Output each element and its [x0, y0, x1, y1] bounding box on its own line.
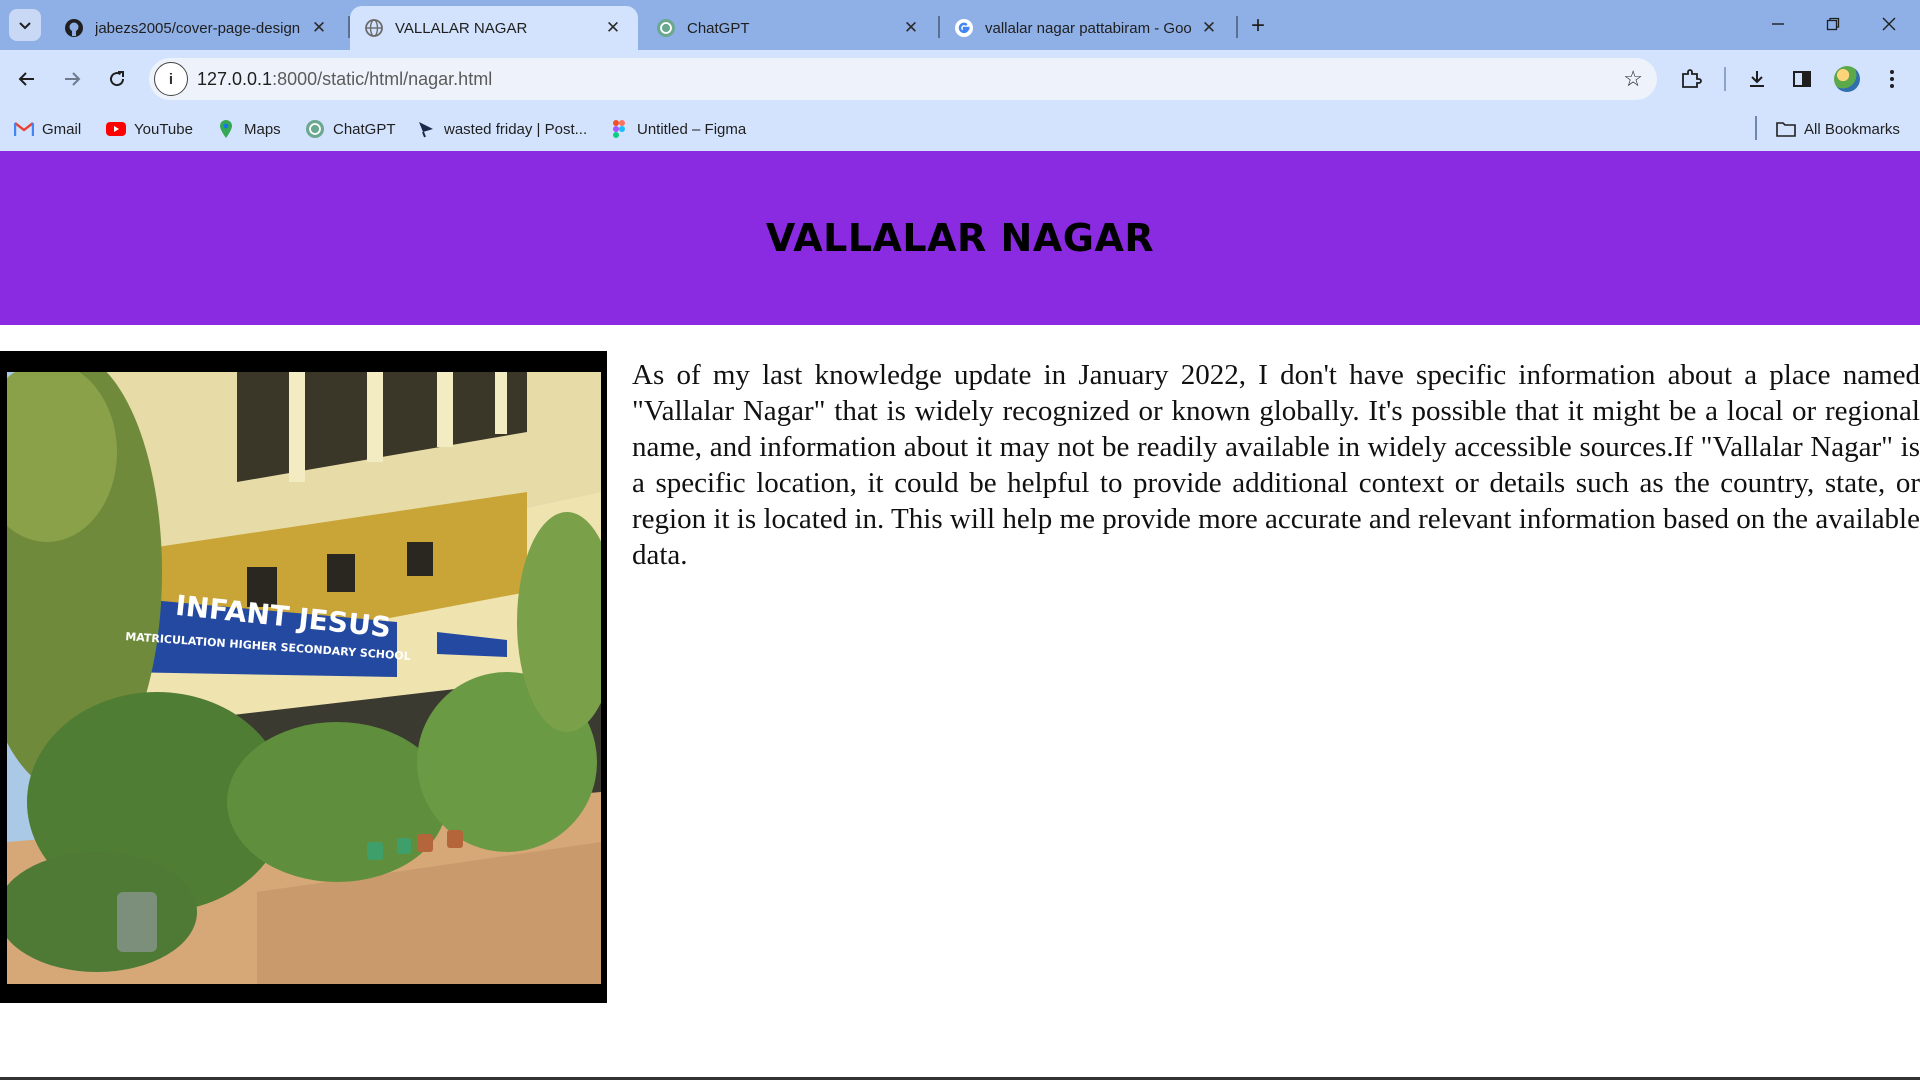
bookmark-label: ChatGPT	[333, 120, 396, 138]
extensions-puzzle-icon[interactable]	[1675, 63, 1707, 95]
url-host: 127.0.0.1	[197, 69, 273, 89]
minimize-icon[interactable]	[1755, 8, 1801, 40]
browser-toolbar: i 127.0.0.1:8000/static/html/nagar.html …	[0, 50, 1920, 108]
bookmark-label: Gmail	[42, 120, 82, 138]
page-header: VALLALAR NAGAR	[0, 151, 1920, 325]
tab-close-icon[interactable]: ✕	[900, 17, 922, 39]
download-icon[interactable]	[1741, 63, 1773, 95]
bookmark-postman[interactable]: wasted friday | Post...	[416, 117, 587, 141]
site-info-icon[interactable]: i	[154, 62, 188, 96]
tab-close-icon[interactable]: ✕	[602, 17, 624, 39]
back-arrow-icon[interactable]	[11, 63, 43, 95]
more-menu-icon[interactable]	[1876, 63, 1908, 95]
tab-close-icon[interactable]: ✕	[1198, 17, 1220, 39]
bookmarks-bar: Gmail YouTube Maps ChatGPT wasted friday…	[0, 108, 1920, 151]
all-bookmarks-label: All Bookmarks	[1804, 120, 1900, 138]
tab-title: VALLALAR NAGAR	[395, 19, 528, 37]
google-icon	[954, 18, 974, 38]
profile-avatar[interactable]	[1834, 66, 1860, 92]
folder-icon	[1776, 119, 1796, 139]
new-tab-plus-icon[interactable]: +	[1244, 12, 1272, 40]
place-description: As of my last knowledge update in Januar…	[632, 359, 1920, 571]
tab-vallalar-nagar[interactable]: VALLALAR NAGAR ✕	[350, 6, 638, 50]
bookmark-star-icon[interactable]: ☆	[1623, 66, 1643, 92]
bookmark-label: Untitled – Figma	[637, 120, 747, 138]
bookmark-label: YouTube	[134, 120, 193, 138]
tab-chatgpt[interactable]: ChatGPT ✕	[642, 6, 936, 50]
url-path: :8000/static/html/nagar.html	[272, 69, 493, 89]
tab-close-icon[interactable]: ✕	[308, 17, 330, 39]
bookmark-label: wasted friday | Post...	[444, 120, 588, 138]
bookmark-youtube[interactable]: YouTube	[106, 117, 193, 141]
youtube-icon	[106, 119, 126, 139]
tab-title: ChatGPT	[687, 19, 750, 37]
school-building-photo: INFANT JESUS MATRICULATION HIGHER SECOND…	[7, 372, 601, 984]
all-bookmarks-button[interactable]: All Bookmarks	[1776, 117, 1900, 141]
bookmark-figma[interactable]: Untitled – Figma	[609, 117, 746, 141]
restore-icon[interactable]	[1810, 8, 1856, 40]
tab-strip: jabezs2005/cover-page-design ✕ VALLALAR …	[0, 0, 1920, 50]
tab-divider	[1236, 16, 1238, 38]
tab-title: jabezs2005/cover-page-design	[95, 19, 301, 37]
tab-github[interactable]: jabezs2005/cover-page-design ✕	[50, 6, 344, 50]
bookmark-chatgpt[interactable]: ChatGPT	[305, 117, 396, 141]
postman-icon	[416, 119, 436, 139]
close-window-icon[interactable]	[1866, 8, 1912, 40]
tab-search-button[interactable]	[9, 9, 41, 41]
address-url[interactable]: 127.0.0.1:8000/static/html/nagar.html	[197, 69, 492, 90]
tab-title: vallalar nagar pattabiram - Goo	[985, 19, 1192, 37]
tab-google-search[interactable]: vallalar nagar pattabiram - Goo ✕	[940, 6, 1234, 50]
toolbar-divider	[1724, 67, 1726, 91]
gmail-icon	[14, 119, 34, 139]
chatgpt-icon	[656, 18, 676, 38]
side-panel-icon[interactable]	[1786, 63, 1818, 95]
chatgpt-icon	[305, 119, 325, 139]
bookmarks-divider	[1755, 116, 1757, 140]
maps-icon	[216, 119, 236, 139]
forward-arrow-icon[interactable]	[56, 63, 88, 95]
photo-frame: INFANT JESUS MATRICULATION HIGHER SECOND…	[0, 351, 607, 1003]
globe-icon	[364, 18, 384, 38]
page-title: VALLALAR NAGAR	[765, 216, 1155, 260]
bookmark-label: Maps	[244, 120, 281, 138]
reload-icon[interactable]	[101, 63, 133, 95]
chevron-down-icon	[19, 22, 31, 30]
bookmark-gmail[interactable]: Gmail	[14, 117, 81, 141]
address-bar[interactable]: i 127.0.0.1:8000/static/html/nagar.html …	[149, 58, 1657, 100]
figma-icon	[609, 119, 629, 139]
github-icon	[64, 18, 84, 38]
bookmark-maps[interactable]: Maps	[216, 117, 281, 141]
